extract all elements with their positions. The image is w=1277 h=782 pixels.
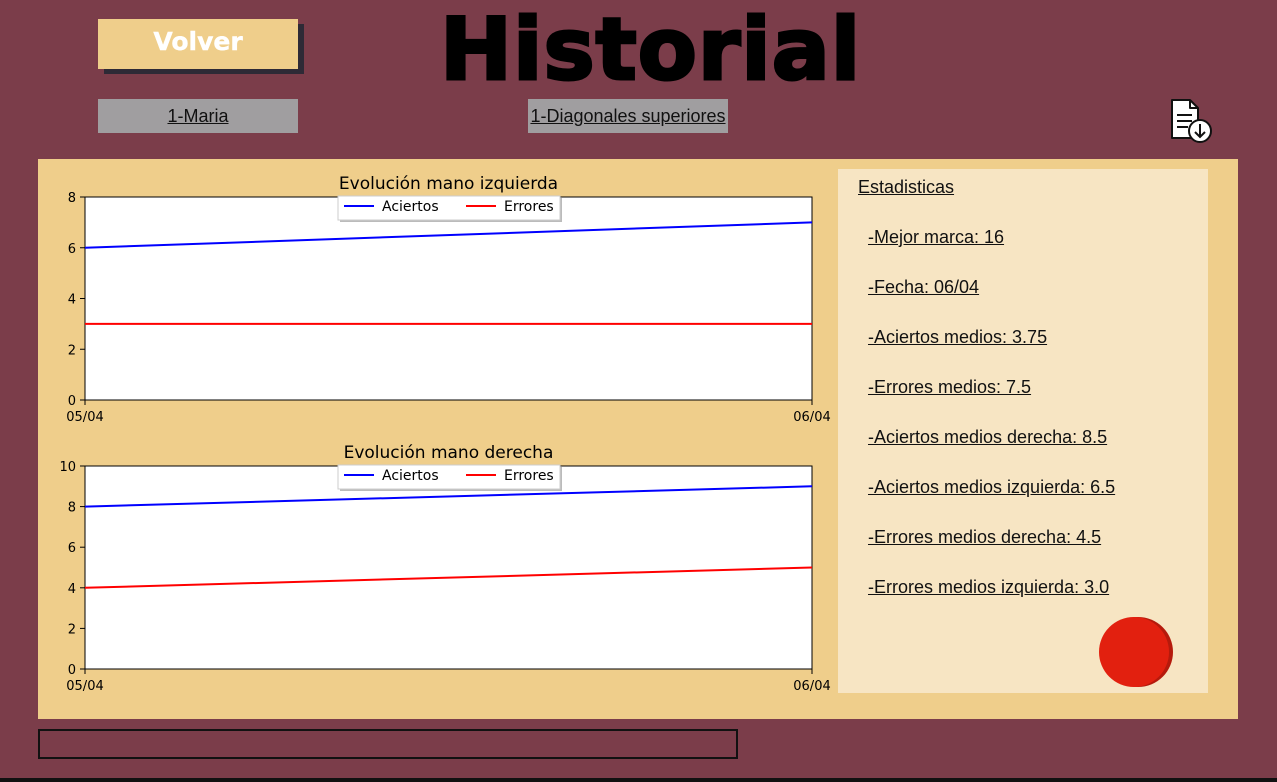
y-tick-label: 4 (68, 293, 76, 308)
chart-title: Evolución mano izquierda (339, 174, 558, 194)
stats-panel: Estadisticas -Mejor marca: 16 -Fecha: 06… (838, 169, 1208, 693)
chart-left-hand: Evolución mano izquierda 0 2 4 6 8 05/04 06/04 A… (66, 174, 830, 425)
x-tick-label: 05/04 (66, 410, 103, 425)
back-button[interactable]: Volver (98, 19, 298, 69)
stat-avg-errors-left: -Errores medios izquierda: 3.0 (868, 577, 1110, 597)
y-tick-label: 2 (68, 343, 76, 358)
stat-date: -Fecha: 06/04 (868, 277, 980, 297)
plot-area (84, 196, 813, 401)
y-tick-label: 2 (68, 622, 76, 637)
legend-label-errores: Errores (504, 468, 554, 484)
legend-label-errores: Errores (504, 199, 554, 215)
page-title: Historial (439, 0, 862, 102)
record-button[interactable] (1099, 617, 1169, 687)
exercise-select[interactable]: 1-Diagonales superiores (528, 99, 728, 133)
legend-label-aciertos: Aciertos (382, 468, 439, 484)
y-tick-label: 4 (68, 582, 76, 597)
status-bar (38, 729, 738, 759)
x-tick-label: 05/04 (66, 679, 103, 694)
legend-label-aciertos: Aciertos (382, 199, 439, 215)
stats-heading: Estadisticas (858, 177, 955, 197)
y-tick-label: 0 (68, 394, 76, 409)
stat-avg-hits-left: -Aciertos medios izquierda: 6.5 (868, 477, 1116, 497)
x-tick-label: 06/04 (793, 410, 830, 425)
y-tick-label: 8 (68, 191, 76, 206)
stat-avg-errors-right: -Errores medios derecha: 4.5 (868, 527, 1102, 547)
user-select[interactable]: 1-Maria (98, 99, 298, 133)
bottom-divider (0, 778, 1277, 782)
chart-title: Evolución mano derecha (344, 443, 554, 463)
stat-avg-errors: -Errores medios: 7.5 (868, 377, 1032, 397)
export-button[interactable] (1168, 98, 1214, 146)
x-tick-label: 06/04 (793, 679, 830, 694)
file-download-icon (1171, 99, 1212, 143)
y-tick-label: 10 (59, 460, 76, 475)
stat-best-score: -Mejor marca: 16 (868, 227, 1005, 247)
y-tick-label: 8 (68, 501, 76, 516)
y-tick-label: 6 (68, 541, 76, 556)
chart-right-hand: Evolución mano derecha 0 2 4 6 8 10 05/04 06/04 A… (59, 443, 830, 694)
y-tick-label: 0 (68, 663, 76, 678)
y-tick-label: 6 (68, 242, 76, 257)
stat-avg-hits: -Aciertos medios: 3.75 (868, 327, 1048, 347)
stat-avg-hits-right: -Aciertos medios derecha: 8.5 (868, 427, 1108, 447)
